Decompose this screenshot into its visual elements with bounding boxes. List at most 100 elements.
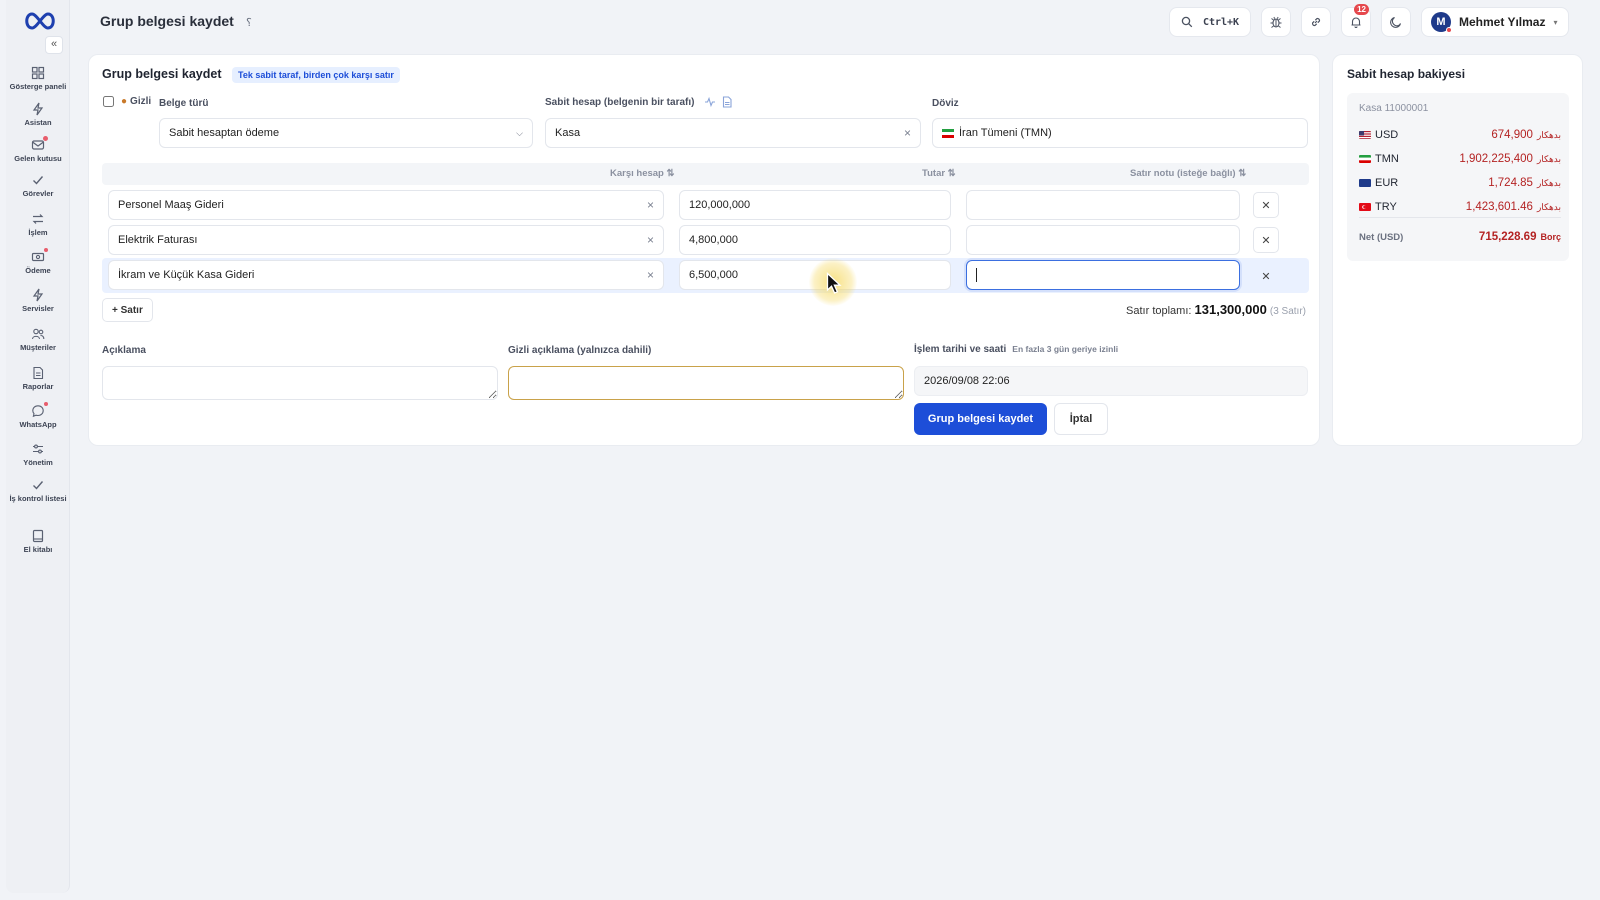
sidebar-item-label: Gelen kutusu	[14, 154, 62, 163]
sidebar-item-tasks[interactable]: Görevler	[6, 173, 70, 198]
collapse-sidebar-button[interactable]: «	[45, 36, 63, 54]
description-label: Açıklama	[102, 345, 146, 356]
datetime-input[interactable]: 2026/09/08 22:06	[914, 366, 1308, 396]
chat-icon-wrap	[31, 402, 48, 418]
delete-row-button[interactable]: ✕	[1253, 227, 1279, 253]
amount-input[interactable]: 120,000,000	[679, 190, 951, 220]
sidebar-item-customers[interactable]: Müşteriler	[6, 327, 70, 352]
theme-toggle-button[interactable]	[1381, 7, 1411, 37]
sidebar-item-label: Yönetim	[23, 458, 53, 467]
col-counter-account[interactable]: Karşı hesap ⇅	[610, 168, 674, 179]
balance-amount: 1,724.85	[1488, 177, 1533, 189]
clear-icon[interactable]: ×	[647, 233, 654, 247]
balance-title: Sabit hesap bakiyesi	[1347, 67, 1466, 81]
col-line-note[interactable]: Satır notu (isteğe bağlı) ⇅	[1130, 168, 1246, 179]
balance-box: Kasa 11000001 USD 674,900 بدهکار TMN 1,9…	[1347, 93, 1569, 261]
command-search-button[interactable]: Ctrl+K	[1169, 7, 1251, 37]
help-icon[interactable]: ؟	[246, 16, 252, 29]
hidden-checkbox[interactable]	[103, 96, 114, 107]
balance-unit: بدهکار	[1536, 201, 1561, 212]
notifications-button[interactable]: 12	[1341, 4, 1371, 37]
dashboard-icon	[31, 66, 45, 80]
total-label: Satır toplamı:	[1126, 305, 1192, 317]
description-field	[102, 366, 498, 400]
counter-account-select[interactable]: Elektrik Faturası ×	[108, 225, 664, 255]
delete-row-button[interactable]: ✕	[1253, 263, 1279, 289]
checklist-icon	[33, 481, 44, 490]
bolt-icon	[32, 288, 44, 302]
amount-input[interactable]: 4,800,000	[679, 225, 951, 255]
total-value: 131,300,000	[1194, 302, 1267, 317]
total-count: (3 Satır)	[1269, 306, 1306, 317]
activity-icon[interactable]	[704, 96, 716, 108]
counter-account-value: Elektrik Faturası	[118, 234, 198, 246]
table-row: Personel Maaş Gideri × 120,000,000 ✕	[102, 189, 1309, 221]
cancel-button[interactable]: İptal	[1054, 403, 1108, 435]
sidebar-item-payment[interactable]: Ödeme	[6, 248, 70, 275]
book-icon	[32, 529, 44, 543]
sidebar-item-services[interactable]: Servisler	[6, 288, 70, 313]
private-description-label: Gizli açıklama (yalnızca dahili)	[508, 345, 652, 356]
report-icon	[33, 366, 44, 380]
sidebar-item-label: WhatsApp	[19, 420, 57, 429]
sidebar: « Gösterge paneli Asistan Gelen kutusu G…	[6, 0, 70, 893]
datetime-header: İşlem tarihi ve saati En fazla 3 gün ger…	[914, 344, 1118, 355]
clear-icon[interactable]: ×	[647, 198, 654, 212]
currency-label: Döviz	[932, 98, 959, 109]
clear-icon[interactable]: ×	[904, 126, 911, 140]
sidebar-item-reports[interactable]: Raporlar	[6, 366, 70, 391]
avatar: M	[1431, 12, 1452, 33]
hidden-toggle[interactable]: ● Gizli	[103, 96, 151, 107]
sidebar-item-handbook[interactable]: El kitabı	[6, 529, 70, 554]
amount-value: 6,500,000	[689, 269, 738, 281]
fixed-account-header: Sabit hesap (belgenin bir tarafı)	[545, 96, 733, 108]
doc-type-select[interactable]: Sabit hesaptan ödeme ⌵	[159, 118, 533, 148]
counter-account-select[interactable]: İkram ve Küçük Kasa Gideri ×	[108, 260, 664, 290]
lines-total: Satır toplamı: 131,300,000 (3 Satır)	[1126, 302, 1306, 317]
line-note-input[interactable]	[966, 260, 1240, 290]
link-icon	[1311, 17, 1321, 27]
sidebar-item-transaction[interactable]: İşlem	[6, 212, 70, 237]
balance-row-usd: USD 674,900 بدهکار	[1359, 127, 1561, 143]
private-description-textarea[interactable]	[508, 366, 904, 400]
sidebar-item-inbox[interactable]: Gelen kutusu	[6, 136, 70, 163]
iran-flag-icon	[1359, 155, 1371, 163]
sidebar-item-checklist[interactable]: İş kontrol listesi	[6, 478, 70, 503]
document-icon[interactable]	[721, 96, 733, 108]
sidebar-item-management[interactable]: Yönetim	[6, 442, 70, 467]
sidebar-item-label: Müşteriler	[20, 343, 56, 352]
shortcut-hint: Ctrl+K	[1202, 16, 1240, 28]
sidebar-item-whatsapp[interactable]: WhatsApp	[6, 402, 70, 429]
table-row-selected: İkram ve Küçük Kasa Gideri × 6,500,000 ✕	[102, 258, 1309, 293]
add-row-button[interactable]: + Satır	[102, 298, 153, 322]
counter-account-value: Personel Maaş Gideri	[118, 199, 224, 211]
fixed-account-label: Sabit hesap (belgenin bir tarafı)	[545, 96, 695, 108]
col-amount[interactable]: Tutar ⇅	[922, 168, 956, 179]
delete-row-button[interactable]: ✕	[1253, 192, 1279, 218]
user-menu-button[interactable]: M Mehmet Yılmaz ▾	[1421, 7, 1569, 37]
line-note-input[interactable]	[966, 225, 1240, 255]
logo-icon[interactable]	[22, 10, 58, 32]
sidebar-item-label: İş kontrol listesi	[9, 494, 67, 503]
line-note-input[interactable]	[966, 190, 1240, 220]
close-icon: ✕	[1261, 199, 1271, 212]
counter-account-value: İkram ve Küçük Kasa Gideri	[118, 269, 255, 281]
sidebar-item-assistant[interactable]: Asistan	[6, 102, 70, 127]
description-textarea[interactable]	[102, 366, 498, 400]
save-button[interactable]: Grup belgesi kaydet	[914, 403, 1047, 435]
sidebar-item-dashboard[interactable]: Gösterge paneli	[6, 66, 70, 91]
fixed-account-select[interactable]: Kasa ×	[545, 118, 921, 148]
balance-unit: بدهکار	[1536, 153, 1561, 164]
link-button[interactable]	[1301, 7, 1331, 37]
debug-button[interactable]	[1261, 7, 1291, 37]
currency-select[interactable]: İran Tümeni (TMN)	[932, 118, 1308, 148]
datetime-value: 2026/09/08 22:06	[924, 375, 1010, 387]
private-description-field	[508, 366, 904, 400]
balance-row-tmn: TMN 1,902,225,400 بدهکار	[1359, 151, 1561, 167]
unread-dot	[43, 136, 48, 141]
chat-icon	[32, 405, 44, 418]
balance-unit: بدهکار	[1536, 129, 1561, 140]
close-icon: ✕	[1261, 270, 1271, 283]
counter-account-select[interactable]: Personel Maaş Gideri ×	[108, 190, 664, 220]
clear-icon[interactable]: ×	[647, 268, 654, 282]
